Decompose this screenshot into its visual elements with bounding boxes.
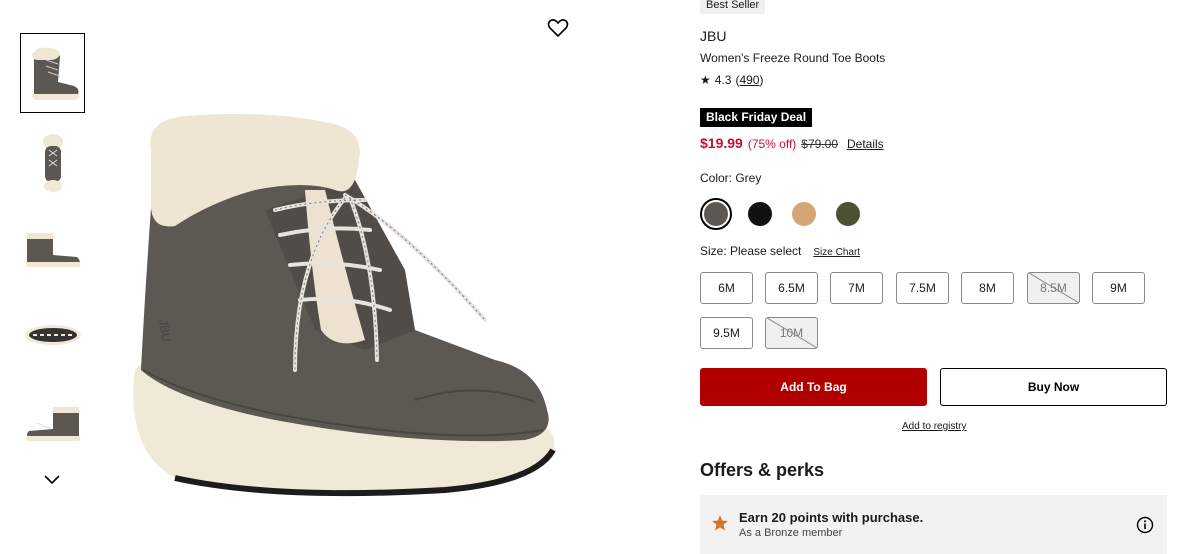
boot-sole-image	[24, 325, 81, 345]
size-label: Size: Please select	[700, 244, 802, 258]
boot-image: JBU	[133, 114, 556, 497]
size-option[interactable]: 6.5M	[765, 272, 818, 304]
thumbnail-1[interactable]	[20, 33, 85, 113]
size-option[interactable]: 7.5M	[896, 272, 949, 304]
swatch-fill	[792, 202, 816, 226]
discount-percent: (75% off)	[747, 137, 797, 151]
color-label: Color: Grey	[700, 171, 762, 185]
boot-thumbnail-image	[42, 134, 63, 192]
thumbnail-3[interactable]	[20, 211, 85, 291]
add-to-bag-button[interactable]: Add To Bag	[700, 368, 927, 406]
original-price: $79.00	[801, 137, 838, 151]
add-to-registry-link[interactable]: Add to registry	[902, 421, 966, 432]
chevron-down-icon[interactable]	[42, 473, 62, 491]
size-label-row: Size: Please select Size Chart	[700, 244, 860, 258]
perk-subtitle: As a Bronze member	[739, 527, 843, 539]
size-option[interactable]: 9.5M	[700, 317, 753, 349]
size-option[interactable]: 8M	[961, 272, 1014, 304]
main-product-image: JBU	[115, 30, 585, 554]
star-icon: ★	[700, 73, 711, 87]
thumbnail-4[interactable]	[20, 295, 85, 375]
thumbnail-5[interactable]	[20, 385, 85, 465]
deal-badge: Black Friday Deal	[700, 108, 813, 127]
boot-thumbnail-image	[25, 233, 80, 267]
boot-thumbnail-image	[31, 47, 79, 100]
size-chart-link[interactable]: Size Chart	[813, 247, 860, 258]
color-swatch-tan[interactable]	[788, 198, 820, 230]
color-swatch-grey[interactable]	[700, 198, 732, 230]
sale-price: $19.99	[700, 135, 743, 151]
boot-thumbnail-image	[25, 407, 80, 441]
size-option[interactable]: 7M	[830, 272, 883, 304]
swatch-fill	[704, 202, 728, 226]
size-option[interactable]: 6M	[700, 272, 753, 304]
color-swatches	[700, 198, 864, 230]
rating-value: 4.3	[714, 73, 732, 87]
details-link[interactable]: Details	[847, 137, 884, 151]
thumbnail-2[interactable]	[20, 121, 85, 201]
heart-icon[interactable]	[546, 16, 570, 40]
size-option[interactable]: 9M	[1092, 272, 1145, 304]
price-row: $19.99 (75% off) $79.00 Details	[700, 135, 884, 151]
color-swatch-olive[interactable]	[832, 198, 864, 230]
rating[interactable]: ★ 4.3 (490)	[700, 73, 763, 87]
product-title: Women's Freeze Round Toe Boots	[700, 51, 886, 65]
size-option-unavailable[interactable]: 8.5M	[1027, 272, 1080, 304]
best-seller-badge: Best Seller	[700, 0, 766, 14]
offers-heading: Offers & perks	[700, 460, 825, 480]
star-icon	[711, 514, 729, 537]
perk-title: Earn 20 points with purchase.	[739, 510, 924, 525]
swatch-fill	[748, 202, 772, 226]
brand-name[interactable]: JBU	[700, 28, 726, 44]
color-swatch-black[interactable]	[744, 198, 776, 230]
info-icon[interactable]	[1136, 516, 1154, 539]
buy-now-button[interactable]: Buy Now	[940, 368, 1167, 406]
size-option-unavailable[interactable]: 10M	[765, 317, 818, 349]
perk-card: Earn 20 points with purchase. As a Bronz…	[700, 495, 1167, 554]
review-count[interactable]: (490)	[735, 73, 763, 87]
swatch-fill	[836, 202, 860, 226]
